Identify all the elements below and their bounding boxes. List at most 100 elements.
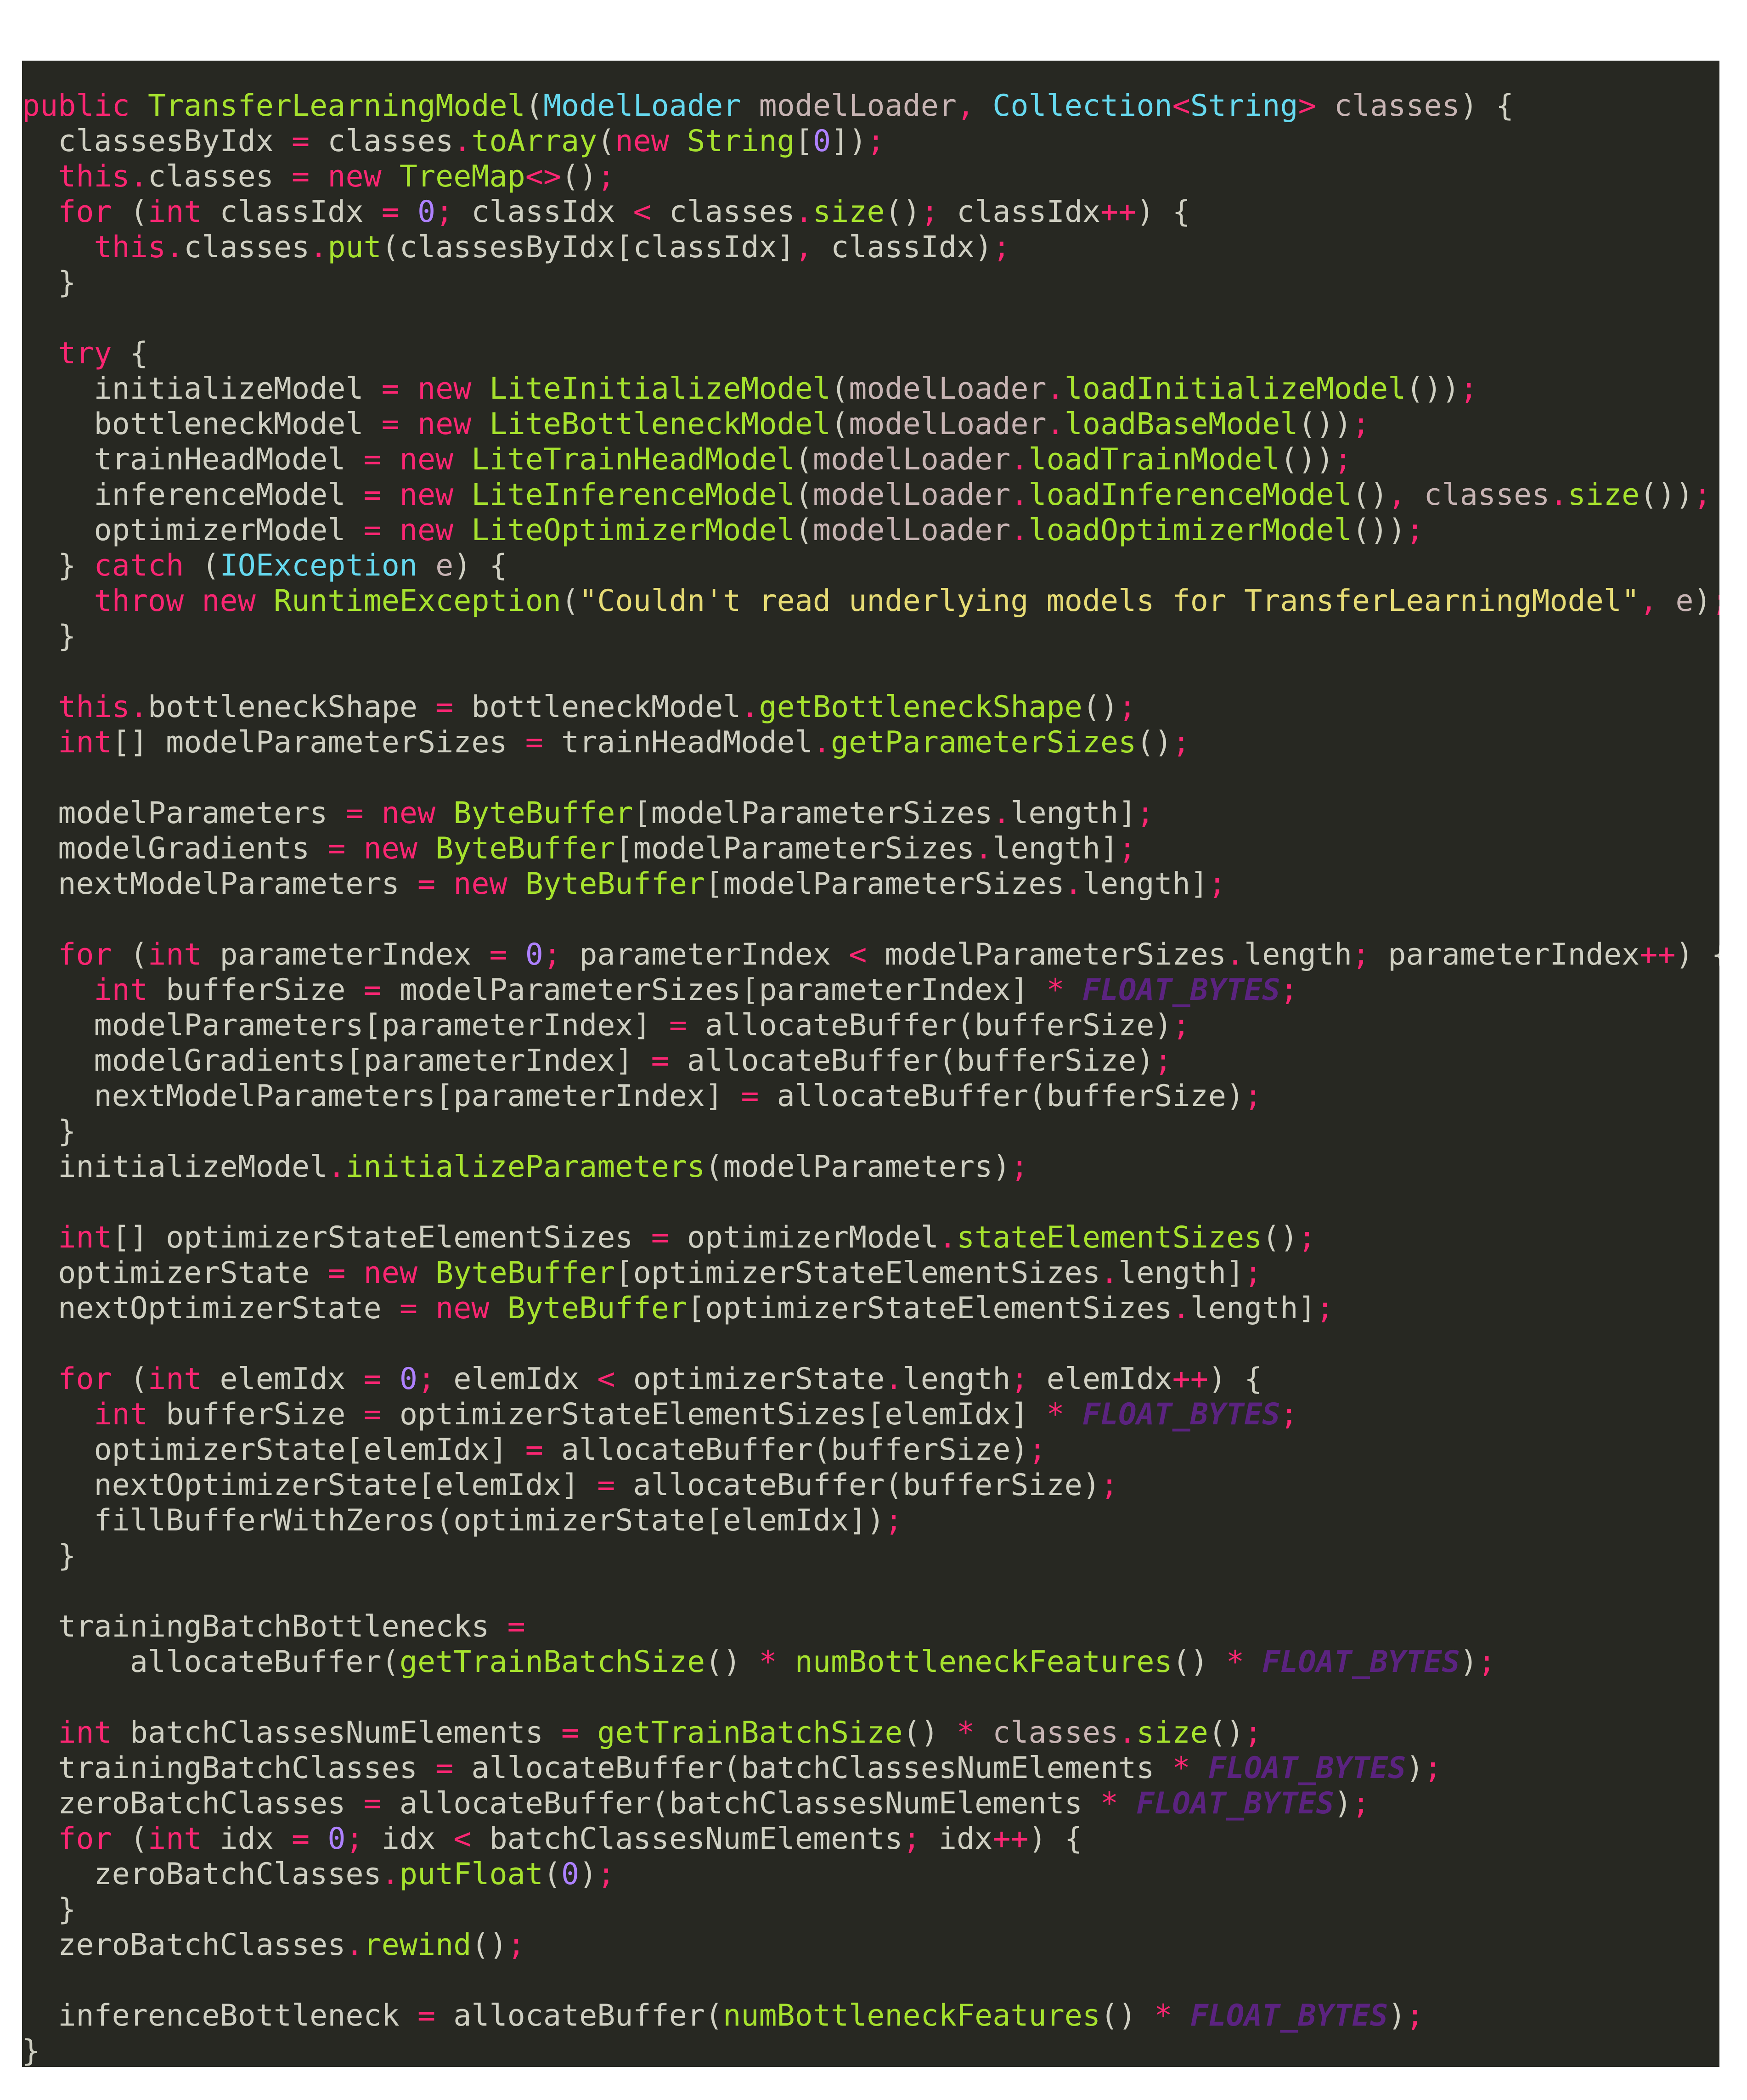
code-token: ( — [795, 513, 813, 548]
code-token: . — [130, 690, 148, 724]
code-token: ( — [112, 1362, 148, 1396]
code-token: } — [22, 548, 94, 583]
code-token: int — [58, 1220, 112, 1255]
code-token: ) { — [1460, 89, 1514, 123]
code-token: TreeMap — [399, 159, 525, 194]
code-token: [modelParameterSizes — [705, 867, 1065, 901]
code-token: modelParameters[parameterIndex] — [22, 1008, 669, 1043]
code-token: for — [58, 1362, 112, 1396]
code-token: () — [1136, 725, 1172, 760]
code-token: allocateBuffer( — [22, 1645, 400, 1679]
code-token: () — [705, 1645, 759, 1679]
code-token: modelGradients[parameterIndex] — [22, 1044, 651, 1078]
code-token: try — [58, 336, 112, 371]
code-token: putFloat — [399, 1857, 543, 1891]
code-token: = — [345, 796, 364, 830]
code-token: . — [453, 124, 472, 158]
code-token: } — [22, 1114, 76, 1149]
code-token: ( — [795, 442, 813, 477]
code-token: ( — [543, 1857, 562, 1891]
code-token: length] — [1190, 1291, 1316, 1326]
code-token: () — [902, 1716, 957, 1750]
code-token: = — [561, 1716, 580, 1750]
code-token: } — [22, 1892, 76, 1927]
code-token: . — [1100, 1256, 1119, 1290]
code-token: () — [471, 1928, 507, 1962]
code-line: bottleneckModel = new LiteBottleneckMode… — [22, 406, 1719, 442]
code-token: this — [58, 159, 130, 194]
code-token: * — [1172, 1751, 1190, 1785]
code-line: nextOptimizerState = new ByteBuffer[opti… — [22, 1291, 1719, 1326]
code-token: ; — [507, 1928, 525, 1962]
code-token: ; — [1154, 1044, 1172, 1078]
code-token: () — [561, 159, 597, 194]
code-token: toArray — [471, 124, 597, 158]
code-token: ; — [1477, 1645, 1496, 1679]
code-token: bufferSize — [147, 1397, 364, 1432]
code-token: elemIdx — [202, 1362, 364, 1396]
code-token: = — [363, 1397, 382, 1432]
code-token: ) { — [453, 548, 507, 583]
code-token: new — [615, 124, 669, 158]
code-token: ModelLoader — [543, 89, 741, 123]
code-token: this — [58, 690, 130, 724]
code-token: [optimizerStateElementSizes — [687, 1291, 1172, 1326]
code-token: = — [381, 407, 400, 441]
code-token: = — [363, 442, 382, 477]
code-token: LiteTrainHeadModel — [471, 442, 795, 477]
code-token: classes — [147, 159, 292, 194]
code-token: * — [957, 1716, 975, 1750]
code-token: optimizerState — [22, 1256, 328, 1290]
code-token: ; — [1712, 584, 1719, 618]
code-line: inferenceBottleneck = allocateBuffer(num… — [22, 1998, 1719, 2033]
code-token: ; — [1316, 1291, 1334, 1326]
code-line: public TransferLearningModel(ModelLoader… — [22, 88, 1719, 124]
code-token: modelLoader — [759, 89, 957, 123]
code-token: . — [1010, 442, 1029, 477]
code-token: ; — [902, 1822, 921, 1856]
code-line: zeroBatchClasses.putFloat(0); — [22, 1857, 1719, 1892]
code-token: int — [58, 725, 112, 760]
code-token: bottleneckModel — [453, 690, 741, 724]
code-token: ++ — [1640, 937, 1676, 972]
code-line: classesByIdx = classes.toArray(new Strin… — [22, 124, 1719, 159]
code-token: FLOAT_BYTES — [1082, 973, 1280, 1007]
code-token: classesByIdx — [22, 124, 292, 158]
code-token: numBottleneckFeatures — [723, 1998, 1101, 2033]
code-token: ; — [543, 937, 562, 972]
code-line: } — [22, 2033, 1719, 2067]
code-line: this.bottleneckShape = bottleneckModel.g… — [22, 689, 1719, 725]
code-token: ) — [1693, 584, 1712, 618]
code-editor[interactable]: public TransferLearningModel(ModelLoader… — [22, 61, 1719, 2067]
code-token: classes — [1424, 478, 1550, 512]
code-token: () — [885, 195, 921, 229]
code-token: stateElementSizes — [956, 1220, 1262, 1255]
code-line: } catch (IOException e) { — [22, 548, 1719, 583]
code-token: = — [525, 1433, 543, 1467]
code-line: } — [22, 1892, 1719, 1927]
code-token: new — [363, 831, 417, 866]
code-token: length] — [1010, 796, 1137, 830]
code-token: allocateBuffer( — [435, 1998, 723, 2033]
code-token: ) — [1334, 1786, 1352, 1821]
code-token: int — [94, 1397, 148, 1432]
code-token: . — [381, 1857, 400, 1891]
code-token: ( — [831, 407, 849, 441]
code-token: < — [849, 937, 867, 972]
code-token: RuntimeException — [273, 584, 562, 618]
